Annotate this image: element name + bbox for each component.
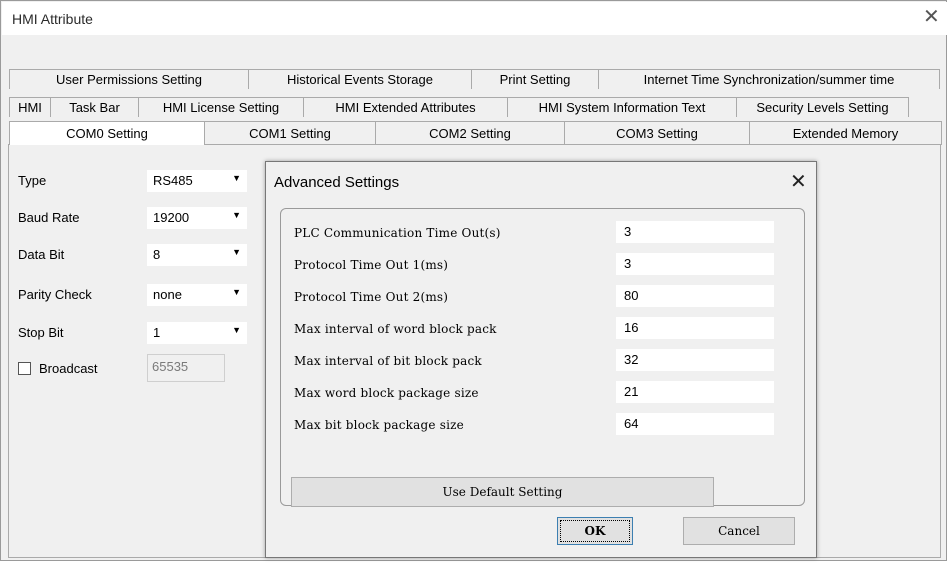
- tab-task-bar[interactable]: Task Bar: [50, 97, 139, 117]
- parity-check-select[interactable]: none ▼: [147, 284, 247, 306]
- chevron-down-icon: ▼: [232, 325, 241, 335]
- tab-security-levels-setting[interactable]: Security Levels Setting: [736, 97, 909, 117]
- parity-check-value: none: [153, 287, 182, 302]
- use-default-setting-button[interactable]: Use Default Setting: [291, 477, 714, 507]
- row-label-protocol-timeout-2: Protocol Time Out 2(ms): [294, 290, 449, 304]
- max-bit-package-input[interactable]: 64: [616, 413, 774, 435]
- tab-hmi[interactable]: HMI: [9, 97, 51, 117]
- tab-hmi-system-information-text[interactable]: HMI System Information Text: [507, 97, 737, 117]
- row-label-plc-timeout: PLC Communication Time Out(s): [294, 226, 501, 240]
- window-title: HMI Attribute: [12, 11, 93, 27]
- row-label-protocol-timeout-1: Protocol Time Out 1(ms): [294, 258, 449, 272]
- baud-rate-label: Baud Rate: [18, 210, 80, 225]
- data-bit-label: Data Bit: [18, 247, 65, 262]
- data-bit-select[interactable]: 8 ▼: [147, 244, 247, 266]
- type-select[interactable]: RS485 ▼: [147, 170, 247, 192]
- close-icon[interactable]: ✕: [923, 7, 940, 27]
- tab-user-permissions-setting[interactable]: User Permissions Setting: [9, 69, 249, 89]
- max-interval-word-input[interactable]: 16: [616, 317, 774, 339]
- title-bar: HMI Attribute ✕: [2, 2, 947, 35]
- type-label: Type: [18, 173, 47, 188]
- tab-com1-setting[interactable]: COM1 Setting: [204, 121, 376, 145]
- chevron-down-icon: ▼: [232, 173, 241, 183]
- row-label-max-word-package: Max word block package size: [294, 386, 479, 400]
- broadcast-label: Broadcast: [39, 361, 98, 376]
- plc-timeout-input[interactable]: 3: [616, 221, 774, 243]
- broadcast-checkbox[interactable]: [18, 362, 31, 375]
- tab-com2-setting[interactable]: COM2 Setting: [375, 121, 565, 145]
- data-bit-value: 8: [153, 247, 161, 262]
- max-word-package-input[interactable]: 21: [616, 381, 774, 403]
- protocol-timeout-1-input[interactable]: 3: [616, 253, 774, 275]
- parity-check-label: Parity Check: [18, 287, 92, 302]
- chevron-down-icon: ▼: [232, 287, 241, 297]
- broadcast-address-input: 65535: [147, 354, 225, 382]
- stop-bit-select[interactable]: 1 ▼: [147, 322, 247, 344]
- tab-print-setting[interactable]: Print Setting: [471, 69, 599, 89]
- close-icon[interactable]: ✕: [790, 169, 807, 194]
- stop-bit-label: Stop Bit: [18, 325, 64, 340]
- tab-hmi-license-setting[interactable]: HMI License Setting: [138, 97, 304, 117]
- stop-bit-value: 1: [153, 325, 161, 340]
- baud-rate-select[interactable]: 19200 ▼: [147, 207, 247, 229]
- row-label-max-bit-package: Max bit block package size: [294, 418, 464, 432]
- tab-hmi-extended-attributes[interactable]: HMI Extended Attributes: [303, 97, 508, 117]
- tab-com3-setting[interactable]: COM3 Setting: [564, 121, 750, 145]
- tab-row-2: HMI Task Bar HMI License Setting HMI Ext…: [9, 97, 909, 117]
- ok-button[interactable]: OK: [557, 517, 633, 545]
- tab-row-3: COM0 Setting COM1 Setting COM2 Setting C…: [9, 121, 942, 145]
- advanced-settings-dialog: Advanced Settings ✕ PLC Communication Ti…: [265, 161, 817, 558]
- chevron-down-icon: ▼: [232, 247, 241, 257]
- tab-internet-time-sync[interactable]: Internet Time Synchronization/summer tim…: [598, 69, 940, 89]
- baud-rate-value: 19200: [153, 210, 190, 225]
- chevron-down-icon: ▼: [232, 210, 241, 220]
- protocol-timeout-2-input[interactable]: 80: [616, 285, 774, 307]
- row-label-max-interval-word: Max interval of word block pack: [294, 322, 497, 336]
- tab-com0-setting[interactable]: COM0 Setting: [9, 121, 205, 145]
- max-interval-bit-input[interactable]: 32: [616, 349, 774, 371]
- tab-historical-events-storage[interactable]: Historical Events Storage: [248, 69, 472, 89]
- type-value: RS485: [153, 173, 193, 188]
- cancel-button[interactable]: Cancel: [683, 517, 795, 545]
- tab-extended-memory[interactable]: Extended Memory: [749, 121, 942, 145]
- dialog-title: Advanced Settings: [274, 174, 400, 191]
- row-label-max-interval-bit: Max interval of bit block pack: [294, 354, 482, 368]
- tab-row-1: User Permissions Setting Historical Even…: [9, 69, 940, 89]
